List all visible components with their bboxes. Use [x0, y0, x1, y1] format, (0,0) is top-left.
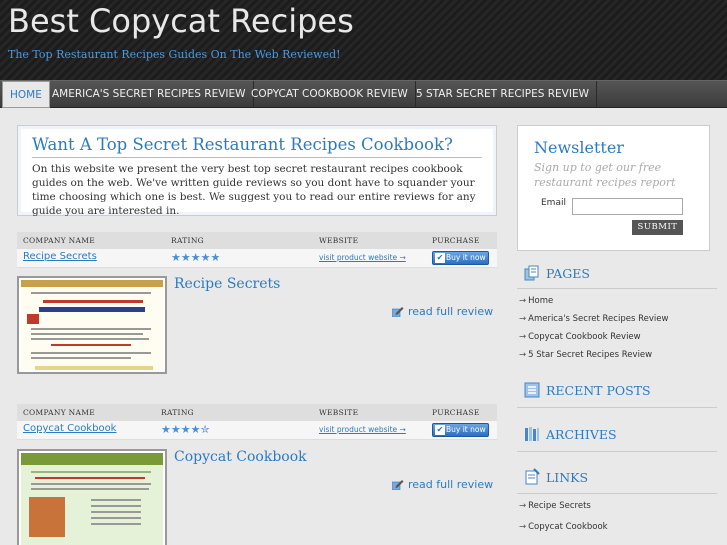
divider — [517, 288, 717, 289]
col-company: COMPANY NAME — [23, 236, 95, 245]
pencil-icon — [392, 480, 404, 490]
email-label: Email — [541, 198, 566, 208]
links-heading: LINKS — [517, 468, 717, 490]
col-purchase: PURCHASE — [432, 236, 480, 245]
submit-button[interactable]: SUBMIT — [632, 220, 683, 235]
read-full-review-link[interactable]: read full review — [392, 478, 493, 491]
read-full-review-label: read full review — [408, 305, 494, 318]
main-nav: HOME AMERICA'S SECRET RECIPES REVIEW COP… — [0, 80, 727, 108]
visit-website-link[interactable]: visit product website → — [319, 425, 406, 434]
intro-title: Want A Top Secret Restaurant Recipes Coo… — [32, 135, 453, 154]
recent-posts-title: RECENT POSTS — [546, 383, 651, 398]
links-title: LINKS — [546, 470, 589, 485]
company-link[interactable]: Copycat Cookbook — [23, 423, 116, 434]
col-rating: RATING — [161, 408, 194, 417]
comparison-table: COMPANY NAME RATING WEBSITE PURCHASE Rec… — [17, 232, 497, 268]
pages-heading: PAGES — [517, 264, 717, 286]
check-icon: ✔ — [435, 253, 445, 263]
buy-now-label: Buy it now — [446, 425, 486, 434]
nav-item-copycat-cookbook[interactable]: COPYCAT COOKBOOK REVIEW — [244, 81, 416, 108]
divider — [517, 407, 717, 408]
divider — [517, 451, 717, 452]
buy-now-label: Buy it now — [446, 253, 486, 262]
sidebar-page-americas-secret-recipes[interactable]: → America's Secret Recipes Review — [519, 314, 668, 324]
buy-now-button[interactable]: ✔ Buy it now — [432, 423, 489, 437]
intro-divider — [32, 157, 482, 158]
col-website: WEBSITE — [319, 408, 359, 417]
company-link[interactable]: Recipe Secrets — [23, 251, 97, 262]
newsletter-title: Newsletter — [534, 138, 624, 157]
email-field[interactable] — [572, 198, 683, 215]
sidebar-page-5-star-secret-recipes[interactable]: → 5 Star Secret Recipes Review — [519, 350, 652, 360]
sidebar-page-copycat-cookbook[interactable]: → Copycat Cookbook Review — [519, 332, 641, 342]
table-row: Copycat Cookbook ★★★★✮ visit product web… — [17, 421, 497, 440]
table-row: Recipe Secrets ★★★★★ visit product websi… — [17, 249, 497, 268]
product-card: Recipe Secrets read full review — [17, 276, 497, 376]
col-website: WEBSITE — [319, 236, 359, 245]
recent-posts-heading: RECENT POSTS — [517, 381, 717, 403]
product-card: Copycat Cookbook read full review — [17, 449, 497, 545]
sidebar-link-copycat-cookbook[interactable]: → Copycat Cookbook — [519, 522, 608, 532]
table-header-row: COMPANY NAME RATING WEBSITE PURCHASE — [17, 232, 497, 249]
product-title[interactable]: Recipe Secrets — [174, 276, 280, 292]
visit-website-link[interactable]: visit product website → — [319, 253, 406, 262]
archives-icon — [525, 427, 539, 441]
intro-box: Want A Top Secret Restaurant Recipes Coo… — [17, 125, 497, 217]
product-title[interactable]: Copycat Cookbook — [174, 449, 307, 465]
nav-item-home[interactable]: HOME — [2, 81, 50, 108]
recent-posts-icon — [524, 382, 540, 398]
intro-text: On this website we present the very best… — [32, 163, 476, 217]
pages-icon — [524, 265, 539, 281]
newsletter-subtitle: Sign up to get our free restaurant recip… — [534, 161, 676, 189]
links-icon — [525, 468, 540, 485]
newsletter-widget: Newsletter Sign up to get our free resta… — [517, 125, 710, 251]
product-thumbnail[interactable] — [17, 449, 167, 545]
site-header: Best Copycat Recipes The Top Restaurant … — [0, 0, 727, 80]
comparison-table: COMPANY NAME RATING WEBSITE PURCHASE Cop… — [17, 404, 497, 440]
nav-item-5-star-secret-recipes[interactable]: 5 STAR SECRET RECIPES REVIEW — [409, 81, 597, 108]
rating-stars: ★★★★★ — [171, 251, 221, 264]
site-tagline: The Top Restaurant Recipes Guides On The… — [8, 48, 341, 61]
sidebar-link-recipe-secrets[interactable]: → Recipe Secrets — [519, 501, 591, 511]
col-purchase: PURCHASE — [432, 408, 480, 417]
product-thumbnail[interactable] — [17, 276, 167, 374]
col-company: COMPANY NAME — [23, 408, 95, 417]
check-icon: ✔ — [435, 425, 445, 435]
site-title[interactable]: Best Copycat Recipes — [8, 2, 354, 40]
archives-heading: ARCHIVES — [517, 425, 717, 447]
divider — [517, 493, 717, 494]
read-full-review-label: read full review — [408, 478, 494, 491]
buy-now-button[interactable]: ✔ Buy it now — [432, 251, 489, 265]
pages-title: PAGES — [546, 266, 590, 281]
sidebar-page-home[interactable]: → Home — [519, 296, 553, 306]
archives-title: ARCHIVES — [546, 427, 617, 442]
col-rating: RATING — [171, 236, 204, 245]
table-header-row: COMPANY NAME RATING WEBSITE PURCHASE — [17, 404, 497, 421]
read-full-review-link[interactable]: read full review — [392, 305, 493, 318]
rating-stars: ★★★★✮ — [161, 423, 210, 436]
nav-item-americas-secret-recipes[interactable]: AMERICA'S SECRET RECIPES REVIEW — [45, 81, 254, 108]
pencil-icon — [392, 307, 404, 317]
